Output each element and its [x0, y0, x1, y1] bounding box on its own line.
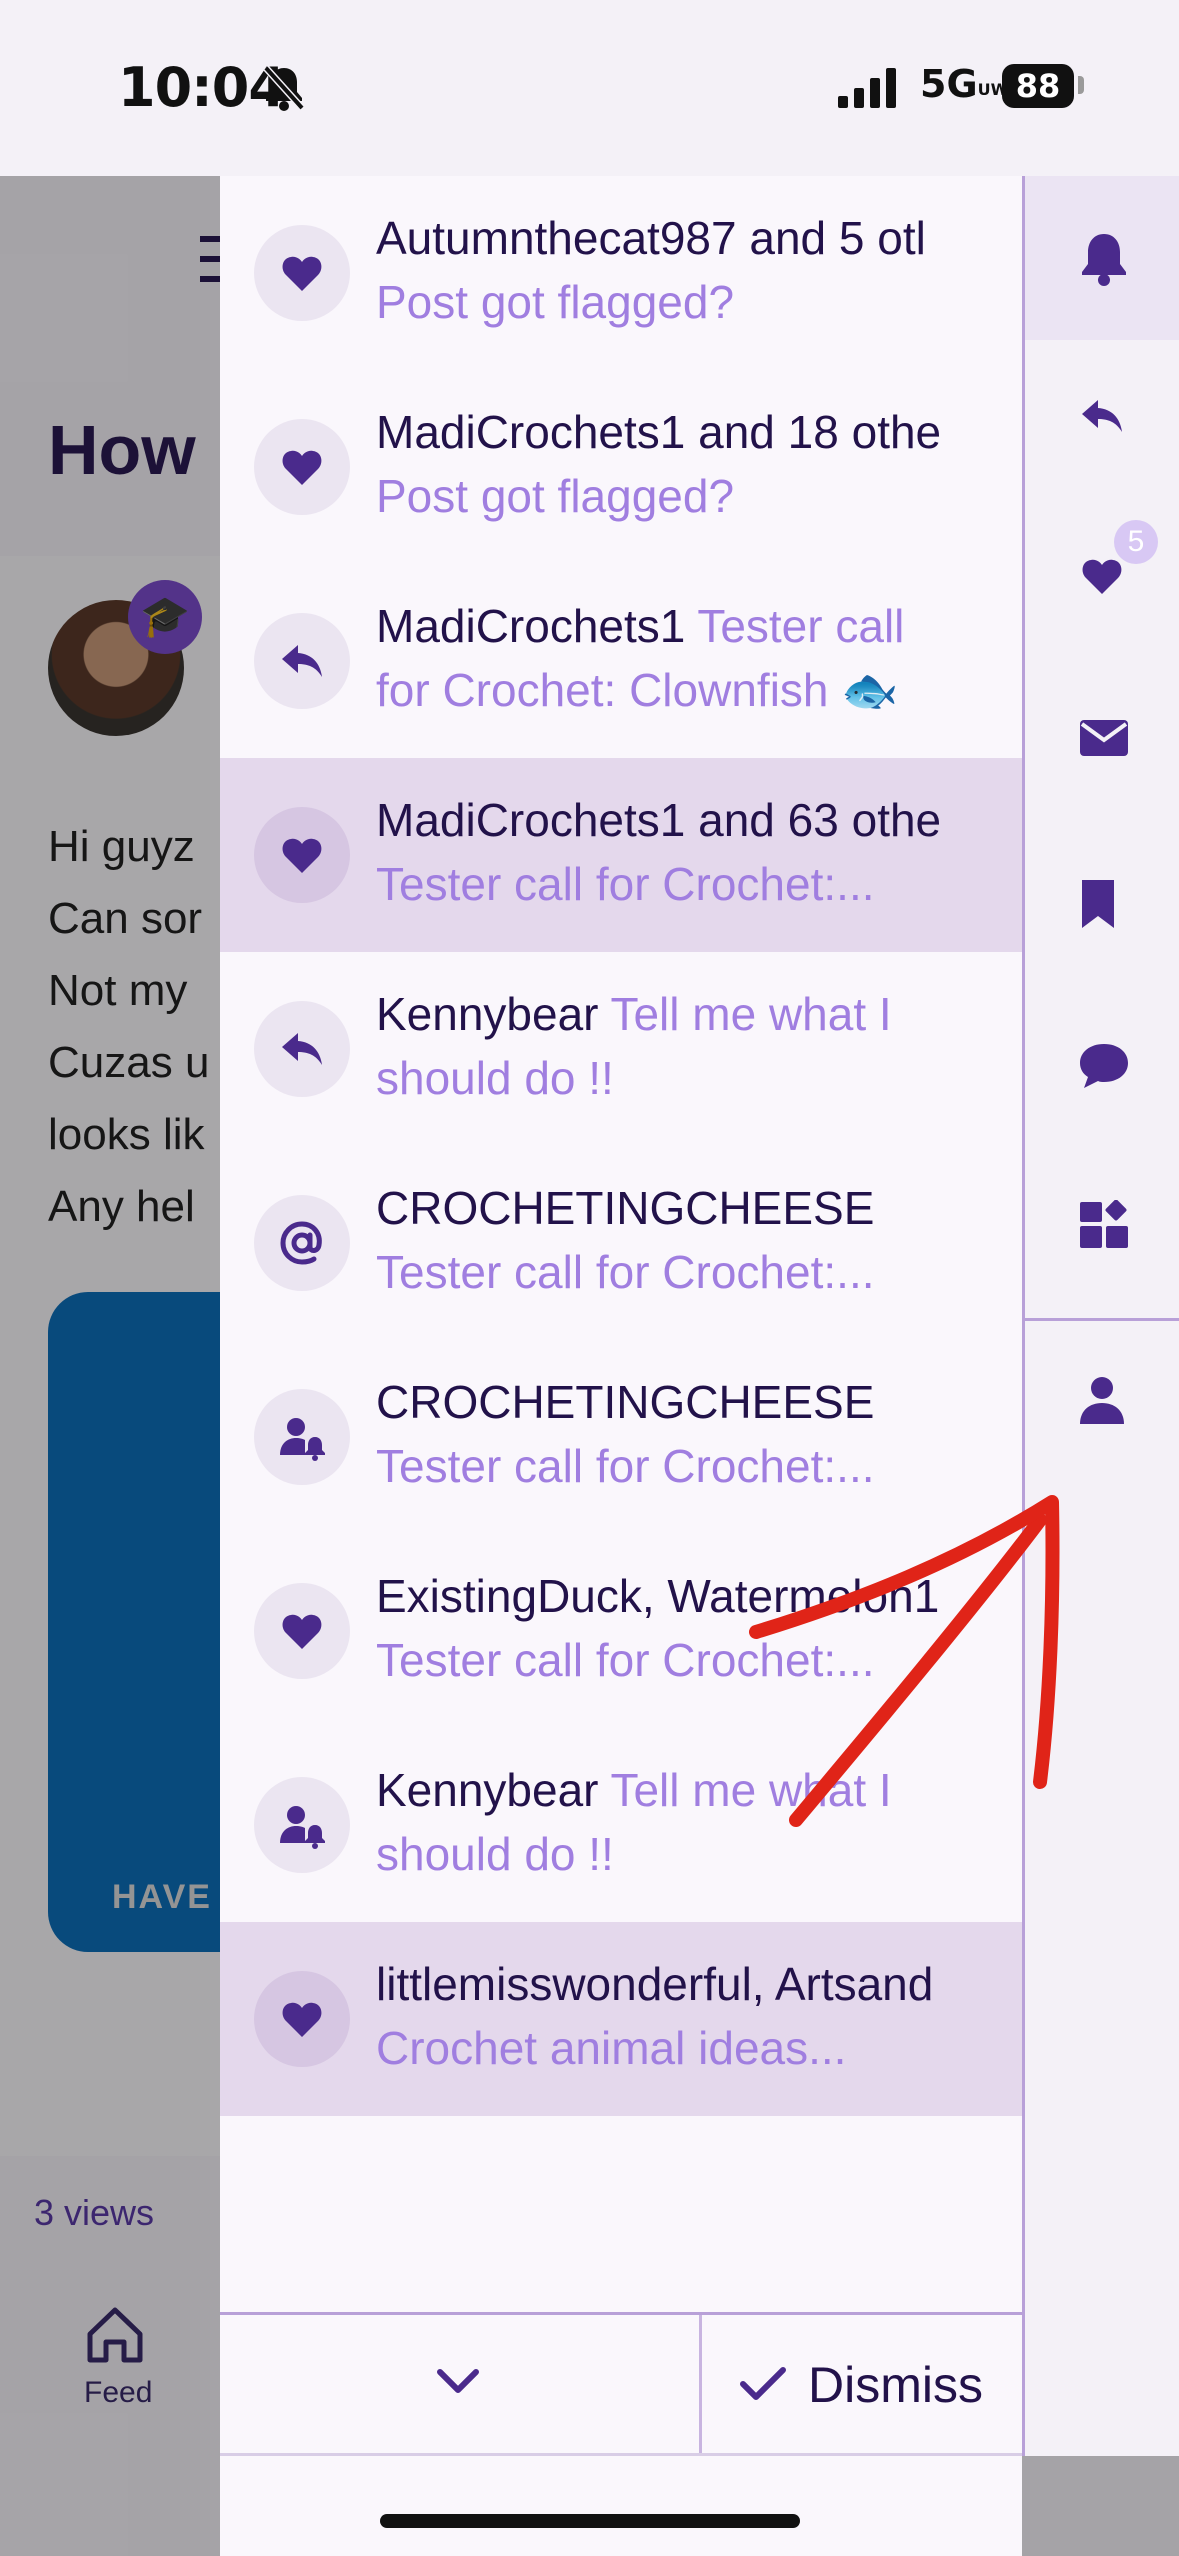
- home-indicator[interactable]: [380, 2514, 800, 2528]
- arrow-annotation: [749, 1495, 1060, 1827]
